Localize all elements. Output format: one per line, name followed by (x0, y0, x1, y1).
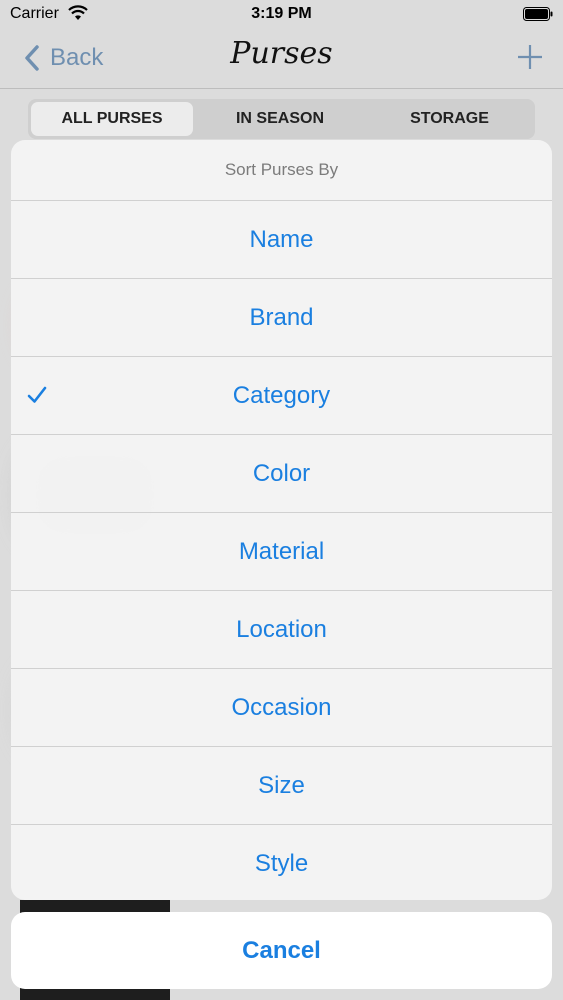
navigation-bar: Back Purses (0, 30, 563, 89)
option-label: Material (238, 537, 325, 565)
battery-icon (523, 7, 553, 21)
sort-option-name[interactable]: Name (11, 201, 552, 279)
sort-option-material[interactable]: Material (11, 513, 552, 591)
sort-option-location[interactable]: Location (11, 591, 552, 669)
option-label: Brand (249, 303, 314, 331)
plus-icon[interactable] (517, 44, 543, 70)
option-label: Size (258, 771, 305, 799)
option-label: Location (236, 615, 327, 643)
option-label: Color (252, 459, 311, 487)
segment-storage[interactable]: STORAGE (367, 102, 532, 136)
action-sheet-title: Sort Purses By (11, 140, 552, 201)
segmented-control: ALL PURSES IN SEASON STORAGE (28, 99, 535, 139)
sort-action-sheet: Sort Purses By Name Brand Category Color… (11, 140, 552, 900)
status-bar: Carrier 3:19 PM (0, 0, 563, 30)
sort-option-size[interactable]: Size (11, 747, 552, 825)
checkmark-icon (27, 386, 47, 403)
sort-option-style[interactable]: Style (11, 825, 552, 900)
segment-in-season[interactable]: IN SEASON (196, 102, 364, 136)
page-title: Purses (230, 36, 333, 71)
sort-option-occasion[interactable]: Occasion (11, 669, 552, 747)
segment-all-purses[interactable]: ALL PURSES (31, 102, 193, 136)
option-label: Occasion (231, 693, 332, 721)
status-time: 3:19 PM (251, 5, 312, 22)
sort-option-color[interactable]: Color (11, 435, 552, 513)
sort-option-category[interactable]: Category (11, 357, 552, 435)
option-label: Style (254, 849, 309, 877)
sort-option-brand[interactable]: Brand (11, 279, 552, 357)
cancel-label: Cancel (242, 936, 321, 964)
option-label: Name (249, 225, 314, 253)
option-label: Category (232, 381, 331, 409)
cancel-button[interactable]: Cancel (11, 912, 552, 989)
